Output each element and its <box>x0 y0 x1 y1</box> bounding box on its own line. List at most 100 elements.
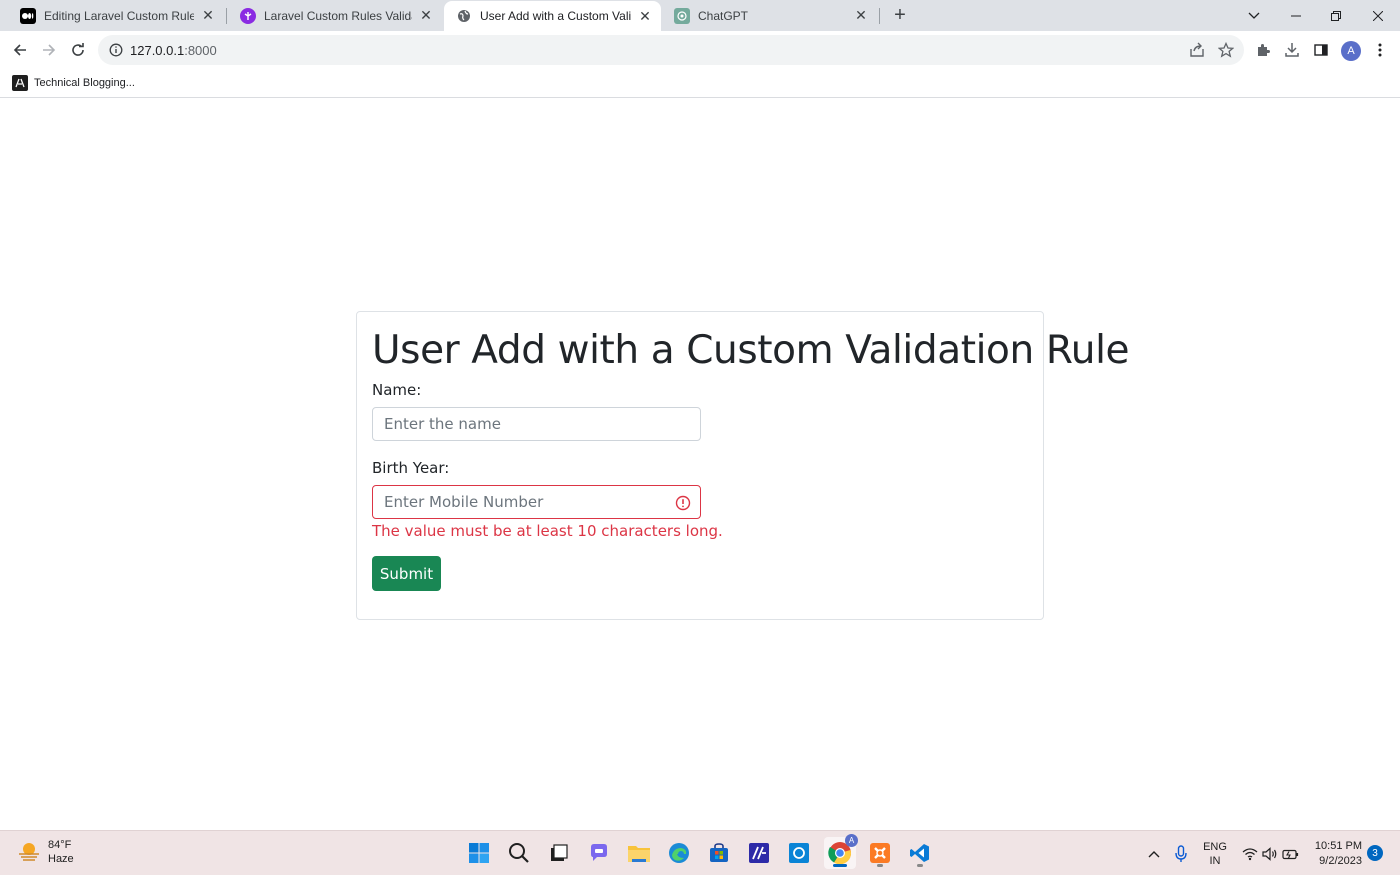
close-icon[interactable]: ✕ <box>200 7 216 24</box>
tab-title: Laravel Custom Rules Validation: <box>264 8 412 23</box>
edge-app[interactable] <box>663 837 695 869</box>
system-clock[interactable]: 10:51 PM 9/2/2023 <box>1312 839 1362 869</box>
share-icon <box>1190 42 1204 57</box>
tab-strip: Editing Laravel Custom Rules Vali ✕ Lara… <box>0 0 1400 31</box>
downloads-button[interactable] <box>1280 38 1304 62</box>
tab-editing-laravel[interactable]: Editing Laravel Custom Rules Vali ✕ <box>8 0 224 31</box>
birth-year-input[interactable]: Enter Mobile Number <box>372 485 701 519</box>
running-app-indicator <box>917 864 923 867</box>
language-region: IN <box>1209 854 1221 867</box>
wifi-icon <box>1242 847 1258 860</box>
restore-button[interactable] <box>1314 0 1358 31</box>
tab-user-add[interactable]: User Add with a Custom Validatic ✕ <box>444 1 661 31</box>
microphone-icon <box>1175 844 1187 862</box>
haze-sun-icon <box>19 843 39 861</box>
validation-error-message: The value must be at least 10 characters… <box>372 522 723 540</box>
submit-button[interactable]: Submit <box>372 556 441 591</box>
xampp-app[interactable] <box>864 837 896 869</box>
tab-separator <box>226 8 227 24</box>
active-app-indicator <box>833 864 847 867</box>
bookmark-star-button[interactable] <box>1214 38 1238 62</box>
download-icon <box>1285 43 1299 57</box>
language-indicator[interactable]: ENG IN <box>1200 831 1230 876</box>
store-icon <box>710 843 728 862</box>
microphone-button[interactable] <box>1172 831 1190 876</box>
bookmarks-bar: Technical Blogging... <box>0 69 1400 98</box>
minimize-button[interactable] <box>1274 0 1318 31</box>
user-form-card: User Add with a Custom Validation Rule N… <box>356 311 1130 620</box>
search-button[interactable] <box>503 837 535 869</box>
bookmark-technical-blogging[interactable]: Technical Blogging... <box>12 75 135 91</box>
tab-title: ChatGPT <box>698 8 749 23</box>
notification-badge[interactable]: 3 <box>1367 845 1383 861</box>
show-hidden-icons[interactable] <box>1145 831 1163 876</box>
microsoft-store-app[interactable] <box>703 837 735 869</box>
edge-icon <box>669 843 689 863</box>
browser-toolbar: 127.0.0.1:8000 A <box>0 31 1400 69</box>
close-icon[interactable]: ✕ <box>418 7 434 24</box>
quick-settings[interactable] <box>1240 831 1302 876</box>
tab-chatgpt[interactable]: ChatGPT ✕ <box>662 0 877 31</box>
close-icon[interactable]: ✕ <box>853 7 869 24</box>
close-icon <box>1373 10 1383 21</box>
error-icon <box>675 495 691 511</box>
chevron-up-icon <box>1148 850 1160 857</box>
extensions-button[interactable] <box>1251 38 1275 62</box>
arrow-left-icon <box>13 44 26 56</box>
vscode-icon <box>910 844 929 862</box>
tab-title: User Add with a Custom Validatic <box>480 9 631 23</box>
tab-separator <box>879 8 880 24</box>
task-view-button[interactable] <box>543 837 575 869</box>
url-port: :8000 <box>184 42 217 58</box>
tab-search-button[interactable] <box>1232 0 1276 31</box>
page-title: User Add with a Custom Validation Rule <box>372 328 1130 373</box>
globe-icon <box>456 8 472 24</box>
menu-button[interactable] <box>1368 38 1392 62</box>
arrow-right-icon <box>43 44 56 56</box>
vscode-app[interactable] <box>904 837 936 869</box>
name-input[interactable]: Enter the name <box>372 407 701 441</box>
bookmark-label: Technical Blogging... <box>34 77 135 89</box>
url-host: 127.0.0.1 <box>130 42 185 58</box>
profile-avatar[interactable]: A <box>1341 41 1361 61</box>
address-bar[interactable]: 127.0.0.1:8000 <box>98 35 1244 65</box>
chrome-profile-badge: A <box>845 834 858 847</box>
battery-icon <box>1282 849 1299 859</box>
puzzle-icon <box>1258 44 1270 56</box>
task-view-icon <box>551 844 568 861</box>
forward-button[interactable] <box>37 38 61 62</box>
close-icon[interactable]: ✕ <box>637 8 653 25</box>
volume-icon <box>1262 846 1277 861</box>
xampp-icon <box>870 843 890 863</box>
app-icon <box>749 843 769 863</box>
close-window-button[interactable] <box>1356 0 1400 31</box>
clock-date: 9/2/2023 <box>1319 855 1362 867</box>
vector-app[interactable] <box>743 837 775 869</box>
running-app-indicator <box>877 864 883 867</box>
weather-temp: 84°F <box>48 839 72 851</box>
restore-icon <box>1331 10 1341 21</box>
minimize-icon <box>1291 15 1301 16</box>
birth-year-label: Birth Year: <box>372 459 450 477</box>
weather-desc: Haze <box>48 853 74 865</box>
chatgpt-icon <box>674 7 690 24</box>
back-button[interactable] <box>8 38 32 62</box>
language-code: ENG <box>1203 840 1227 853</box>
weather-widget[interactable]: 84°F Haze <box>16 838 74 866</box>
windows-logo-icon <box>469 843 489 863</box>
share-button[interactable] <box>1185 38 1209 62</box>
start-button[interactable] <box>463 837 495 869</box>
kebab-menu-icon <box>1378 43 1382 57</box>
reload-button[interactable] <box>66 38 90 62</box>
folder-icon <box>628 846 650 862</box>
new-tab-button[interactable]: + <box>889 4 911 26</box>
teams-chat-app[interactable] <box>583 837 615 869</box>
file-explorer-app[interactable] <box>623 837 655 869</box>
clock-time: 10:51 PM <box>1314 840 1362 852</box>
chrome-app[interactable]: A <box>824 834 858 869</box>
info-icon[interactable] <box>108 42 124 58</box>
tab-title: Editing Laravel Custom Rules Vali <box>44 8 194 23</box>
tab-laravel-rules[interactable]: Laravel Custom Rules Validation: ✕ <box>228 0 442 31</box>
photo-app[interactable] <box>783 837 815 869</box>
side-panel-button[interactable] <box>1309 38 1333 62</box>
